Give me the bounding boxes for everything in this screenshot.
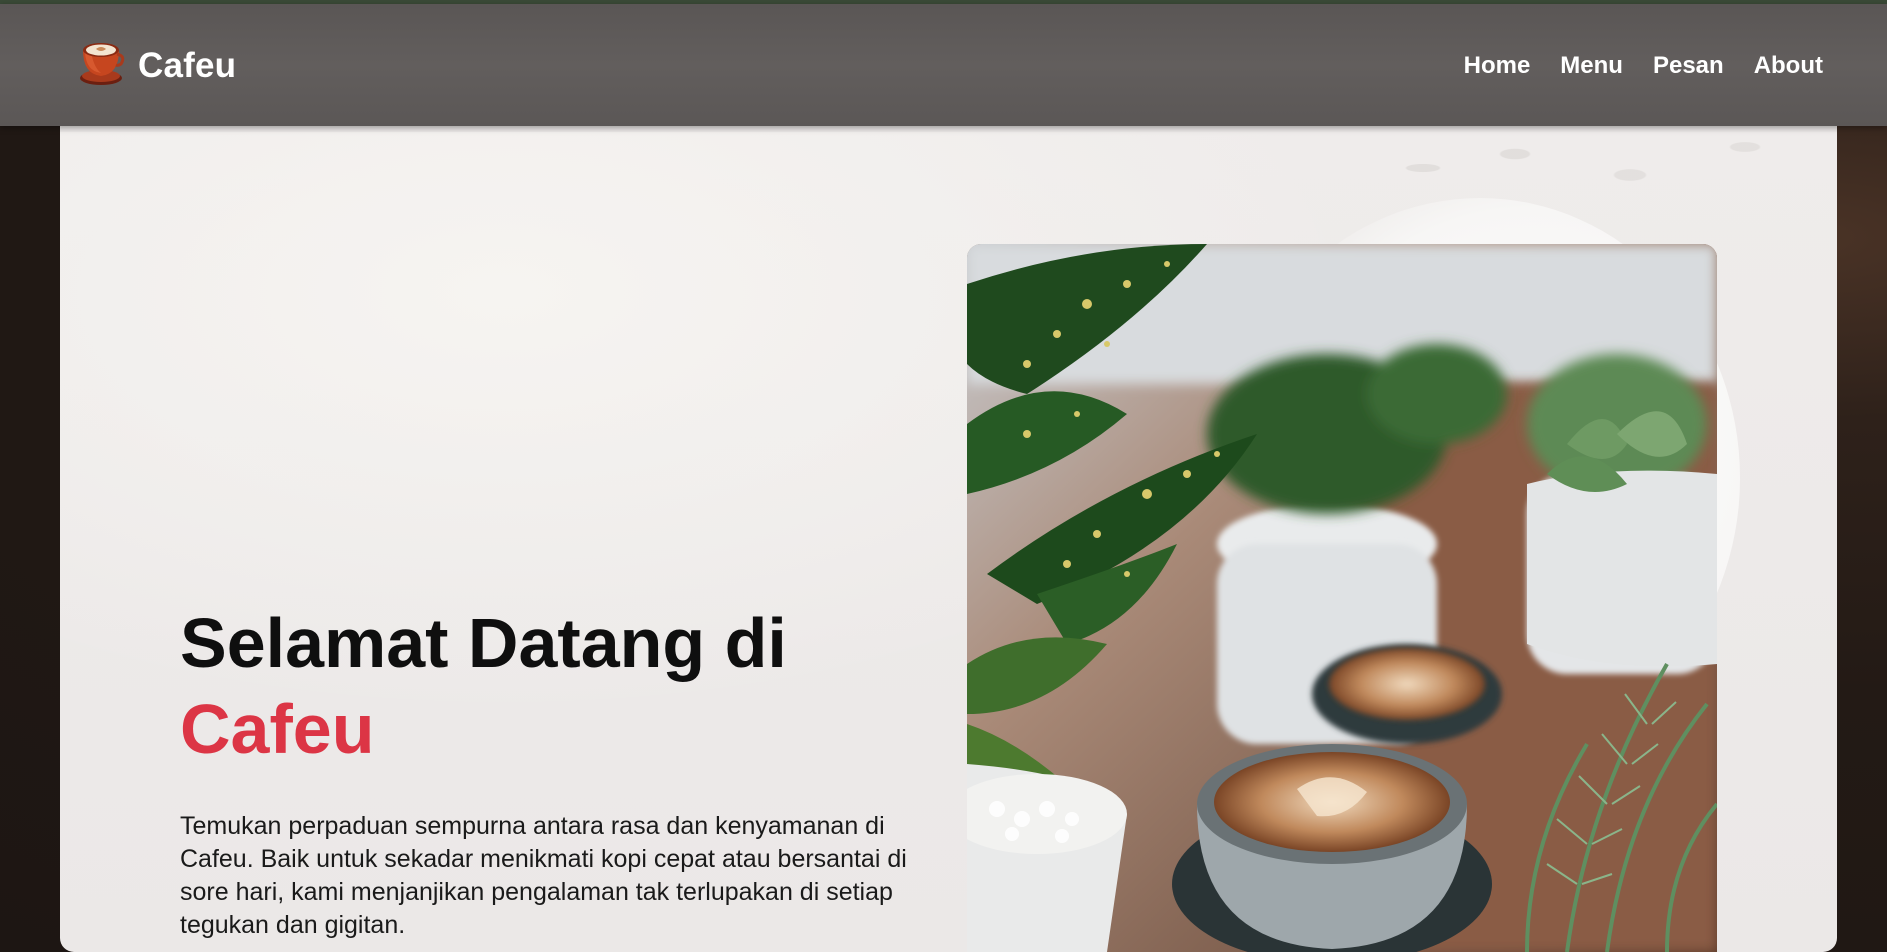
hero-image [967, 244, 1717, 952]
nav-link-menu[interactable]: Menu [1560, 52, 1623, 80]
hero-title-accent: Cafeu [180, 690, 375, 768]
brand-link[interactable]: Cafeu [76, 38, 236, 88]
hero-section: Selamat Datang di Cafeu Temukan perpadua… [60, 126, 1837, 952]
brand-name: Cafeu [138, 46, 237, 85]
nav-link-pesan[interactable]: Pesan [1653, 52, 1724, 80]
nav-link-home[interactable]: Home [1464, 52, 1531, 80]
hero-text: Selamat Datang di Cafeu Temukan perpadua… [180, 600, 960, 942]
coffee-cup-icon [80, 43, 125, 85]
hero-title-line: Selamat Datang di [180, 604, 787, 682]
nav-menu: Home Menu Pesan About [1464, 52, 1823, 80]
nav-link-about[interactable]: About [1754, 52, 1823, 80]
hero-description: Temukan perpaduan sempurna antara rasa d… [180, 812, 907, 939]
cafe-plants-coffee-photo [967, 244, 1717, 952]
hero-title: Selamat Datang di Cafeu [180, 600, 960, 772]
navbar: Cafeu Home Menu Pesan About [0, 4, 1887, 126]
